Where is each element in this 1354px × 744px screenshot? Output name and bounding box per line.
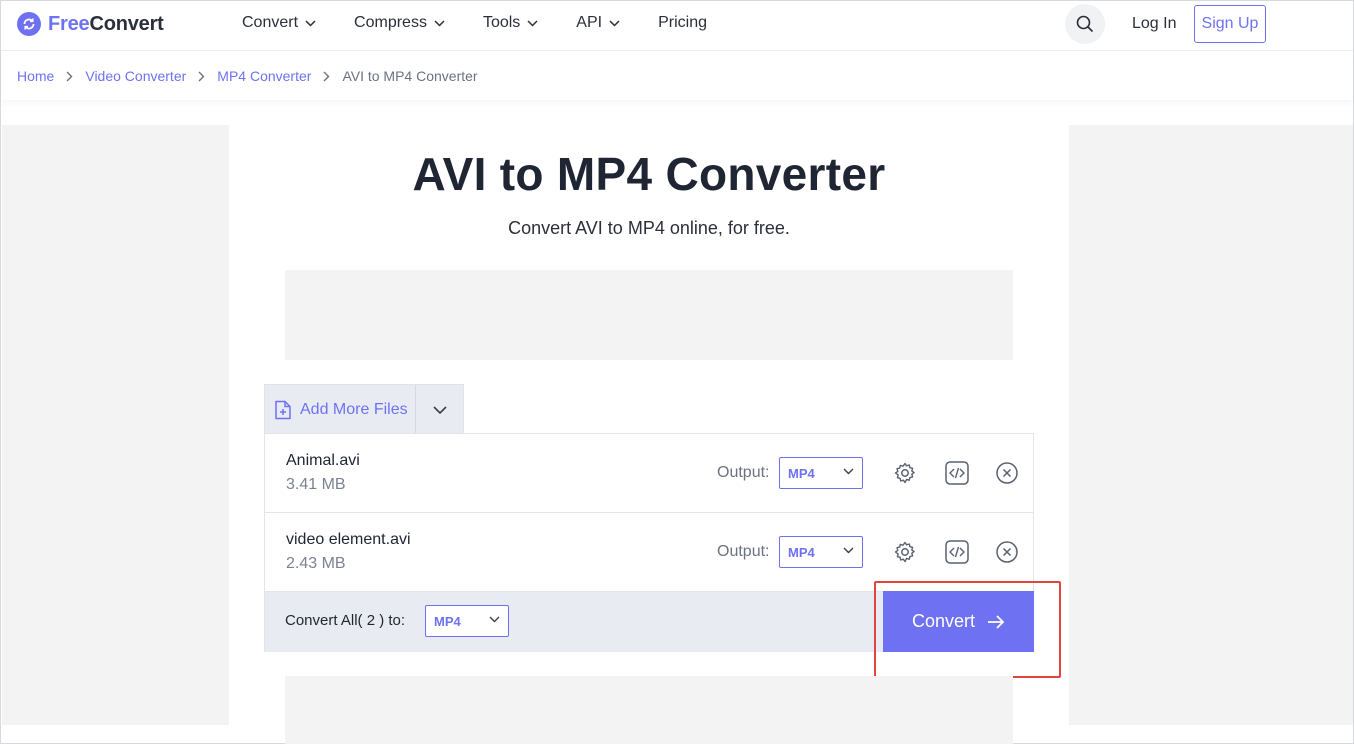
login-link[interactable]: Log In xyxy=(1132,15,1176,33)
search-icon xyxy=(1076,15,1094,33)
code-icon xyxy=(945,461,969,485)
add-more-files-button[interactable]: Add More Files xyxy=(265,385,416,434)
chevron-down-icon xyxy=(843,547,854,554)
code-icon xyxy=(945,540,969,564)
search-button[interactable] xyxy=(1065,4,1105,44)
page-subtitle: Convert AVI to MP4 online, for free. xyxy=(508,218,790,238)
add-more-files-group: Add More Files xyxy=(264,384,464,434)
embed-code-button[interactable] xyxy=(944,460,970,486)
breadcrumb-current: AVI to MP4 Converter xyxy=(342,68,478,84)
chevron-down-icon xyxy=(432,405,447,414)
chevron-down-icon xyxy=(527,19,538,27)
add-file-icon xyxy=(274,400,292,420)
ad-placeholder-top xyxy=(285,270,1013,360)
page-title: AVI to MP4 Converter xyxy=(412,148,886,200)
output-format-select[interactable]: MP4 xyxy=(779,457,863,489)
breadcrumb-mp4-converter[interactable]: MP4 Converter xyxy=(217,68,311,84)
output-label: Output: xyxy=(717,543,770,560)
output-label: Output: xyxy=(717,464,770,481)
side-panel-left xyxy=(2,125,229,725)
convert-button[interactable]: Convert xyxy=(883,591,1034,652)
chevron-right-icon xyxy=(323,71,330,82)
logo-text: FreeConvert xyxy=(48,12,164,35)
close-circle-icon xyxy=(996,541,1018,563)
remove-file-button[interactable] xyxy=(994,539,1020,565)
breadcrumb-video-converter[interactable]: Video Converter xyxy=(85,68,186,84)
nav-api[interactable]: API xyxy=(576,14,620,32)
side-panel-right xyxy=(1069,125,1353,725)
breadcrumb: Home Video Converter MP4 Converter AVI t… xyxy=(1,52,1353,100)
logo[interactable]: FreeConvert xyxy=(17,12,164,36)
output-format-select[interactable]: MP4 xyxy=(779,536,863,568)
file-row: Animal.avi 3.41 MB Output: MP4 xyxy=(265,434,1033,513)
chevron-down-icon xyxy=(489,616,500,623)
chevron-down-icon xyxy=(843,468,854,475)
embed-code-button[interactable] xyxy=(944,539,970,565)
ad-placeholder-bottom xyxy=(285,676,1013,744)
breadcrumb-home[interactable]: Home xyxy=(17,68,54,84)
nav-tools[interactable]: Tools xyxy=(483,14,538,32)
file-size: 2.43 MB xyxy=(286,555,346,572)
main-nav: Convert Compress Tools API Pricing xyxy=(242,14,745,32)
close-circle-icon xyxy=(996,462,1018,484)
gear-icon xyxy=(894,462,915,484)
logo-icon xyxy=(17,12,41,36)
signup-button[interactable]: Sign Up xyxy=(1194,5,1266,43)
site-header: FreeConvert Convert Compress Tools API P… xyxy=(1,1,1353,51)
convert-all-label: Convert All( 2 ) to: xyxy=(285,612,406,629)
convert-all-format-select[interactable]: MP4 xyxy=(425,605,509,637)
nav-convert[interactable]: Convert xyxy=(242,14,316,32)
nav-pricing[interactable]: Pricing xyxy=(658,14,707,32)
file-size: 3.41 MB xyxy=(286,476,346,493)
chevron-right-icon xyxy=(198,71,205,82)
nav-compress[interactable]: Compress xyxy=(354,14,445,32)
settings-button[interactable] xyxy=(892,460,918,486)
file-row: video element.avi 2.43 MB Output: MP4 xyxy=(265,513,1033,592)
chevron-down-icon xyxy=(305,19,316,27)
chevron-down-icon xyxy=(434,19,445,27)
chevron-down-icon xyxy=(609,19,620,27)
settings-button[interactable] xyxy=(892,539,918,565)
remove-file-button[interactable] xyxy=(994,460,1020,486)
file-name: video element.avi xyxy=(286,531,411,548)
add-files-dropdown-toggle[interactable] xyxy=(416,385,463,434)
gear-icon xyxy=(894,541,915,563)
file-name: Animal.avi xyxy=(286,452,360,469)
chevron-right-icon xyxy=(66,71,73,82)
arrow-right-icon xyxy=(987,614,1005,630)
